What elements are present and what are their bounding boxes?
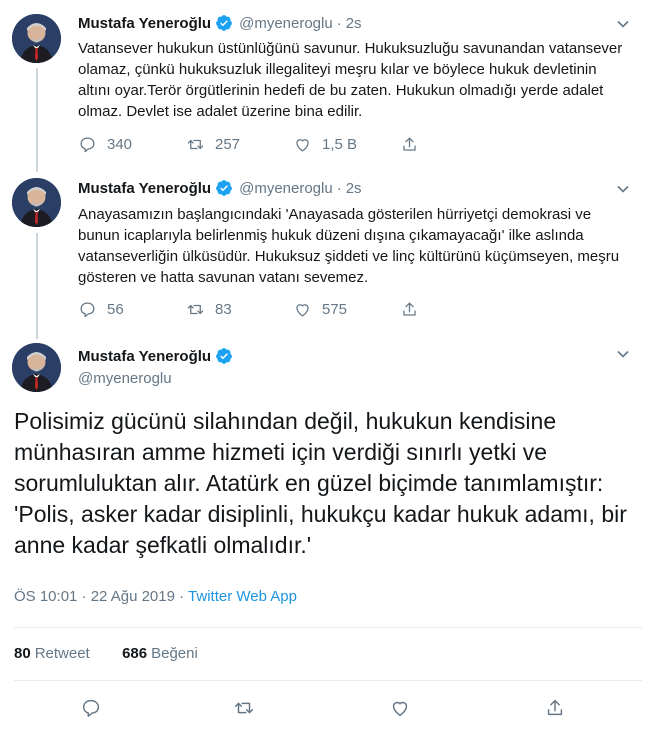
tweet-actions: 340 257 1,5 B bbox=[78, 135, 478, 155]
chevron-down-icon[interactable] bbox=[616, 17, 630, 31]
heart-icon bbox=[392, 701, 408, 717]
retweet-count: 257 bbox=[215, 136, 241, 153]
author-name[interactable]: Mustafa Yeneroğlu bbox=[78, 348, 211, 365]
tweet-time[interactable]: 2s bbox=[346, 180, 362, 197]
share-button[interactable] bbox=[400, 300, 429, 319]
share-button[interactable] bbox=[400, 135, 429, 154]
retweet-icon bbox=[187, 139, 204, 150]
reply-count: 340 bbox=[107, 136, 133, 153]
like-count: 575 bbox=[322, 301, 348, 318]
like-stat-label: Beğeni bbox=[151, 645, 198, 662]
author-name[interactable]: Mustafa Yeneroğlu bbox=[78, 15, 211, 32]
retweet-button[interactable]: 257 bbox=[186, 135, 240, 154]
retweet-stat-label: Retweet bbox=[34, 645, 90, 662]
like-total: 686 bbox=[122, 645, 148, 662]
share-button[interactable] bbox=[544, 697, 566, 719]
tweet-timestamp[interactable]: ÖS 10:01 · 22 Ağu 2019 bbox=[14, 588, 175, 605]
reply-button[interactable]: 340 bbox=[78, 135, 132, 154]
source-app-link[interactable]: Twitter Web App bbox=[188, 588, 297, 605]
chevron-down-icon[interactable] bbox=[616, 182, 630, 196]
retweet-icon bbox=[235, 702, 253, 714]
tweet-text: Anayasamızın başlangıcındaki 'Anayasada … bbox=[78, 206, 620, 286]
retweet-stat[interactable]: 80 Retweet bbox=[14, 645, 90, 662]
author-handle[interactable]: @myeneroglu bbox=[239, 15, 333, 32]
tweet-stats: 80 Retweet 686 Beğeni bbox=[14, 645, 198, 662]
reply-icon bbox=[80, 302, 95, 318]
author-name[interactable]: Mustafa Yeneroğlu bbox=[78, 180, 211, 197]
tweet-text: Vatansever hukukun üstünlüğünü savunur. … bbox=[78, 40, 623, 120]
verified-badge-icon bbox=[215, 14, 233, 32]
separator-dot: · bbox=[179, 588, 185, 605]
retweet-button[interactable]: 83 bbox=[186, 300, 232, 319]
tweet-actions: 56 83 575 bbox=[78, 300, 478, 320]
divider bbox=[14, 680, 642, 681]
chevron-down-icon[interactable] bbox=[616, 347, 630, 361]
tweet-header: Mustafa Yeneroğlu @myeneroglu · 2s bbox=[78, 14, 362, 32]
verified-badge-icon bbox=[215, 347, 233, 365]
share-icon bbox=[403, 137, 416, 151]
avatar[interactable] bbox=[12, 14, 61, 63]
reply-count: 56 bbox=[107, 301, 124, 318]
tweet-header: Mustafa Yeneroğlu bbox=[78, 347, 239, 365]
reply-icon bbox=[80, 137, 95, 153]
tweet-time[interactable]: 2s bbox=[346, 15, 362, 32]
divider bbox=[14, 627, 642, 628]
reply-button[interactable] bbox=[80, 697, 102, 719]
verified-badge-icon bbox=[215, 179, 233, 197]
thread-line bbox=[36, 68, 38, 172]
like-stat[interactable]: 686 Beğeni bbox=[122, 645, 198, 662]
share-icon bbox=[403, 302, 416, 316]
retweet-button[interactable] bbox=[233, 697, 255, 719]
tweet-meta: ÖS 10:01 · 22 Ağu 2019 · Twitter Web App bbox=[14, 588, 297, 605]
author-handle[interactable]: @myeneroglu bbox=[239, 180, 333, 197]
like-button[interactable] bbox=[389, 697, 411, 719]
thread-line bbox=[36, 233, 38, 339]
avatar[interactable] bbox=[12, 343, 61, 392]
retweet-icon bbox=[187, 304, 204, 315]
main-tweet-text: Polisimiz gücünü silahından değil, hukuk… bbox=[14, 408, 627, 558]
separator-dot: · bbox=[336, 179, 342, 197]
author-handle[interactable]: @myeneroglu bbox=[78, 370, 172, 387]
like-button[interactable]: 575 bbox=[293, 300, 347, 319]
like-count: 1,5 B bbox=[322, 136, 358, 153]
avatar[interactable] bbox=[12, 178, 61, 227]
heart-icon bbox=[296, 139, 309, 152]
like-button[interactable]: 1,5 B bbox=[293, 135, 357, 154]
tweet-header: Mustafa Yeneroğlu @myeneroglu · 2s bbox=[78, 179, 362, 197]
reply-icon bbox=[82, 699, 100, 717]
reply-button[interactable]: 56 bbox=[78, 300, 124, 319]
tweet-handle-row: @myeneroglu bbox=[78, 370, 172, 387]
main-tweet-actions bbox=[14, 697, 624, 719]
heart-icon bbox=[296, 304, 309, 317]
retweet-count: 83 bbox=[215, 301, 232, 318]
retweet-total: 80 bbox=[14, 645, 31, 662]
separator-dot: · bbox=[336, 14, 342, 32]
share-icon bbox=[547, 699, 563, 716]
